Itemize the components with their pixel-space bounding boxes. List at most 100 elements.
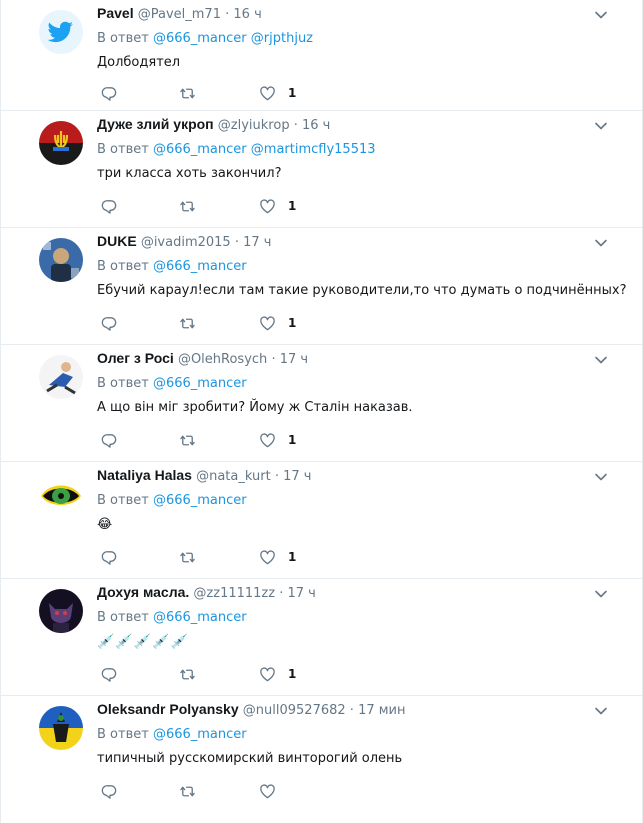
reply-button[interactable] bbox=[101, 197, 118, 215]
user-handle[interactable]: @zz11111zz bbox=[193, 586, 275, 601]
reply-context: В ответ @666_mancer bbox=[97, 258, 602, 276]
retweet-icon bbox=[180, 318, 195, 328]
reply-context: В ответ @666_mancer @martimcfly15513 bbox=[97, 141, 602, 159]
tweet[interactable]: Дуже злий укроп @zlyiukrop · 16 ч В отве… bbox=[1, 111, 642, 228]
mention-link[interactable]: @666_mancer bbox=[153, 259, 247, 274]
chevron-down-icon[interactable] bbox=[594, 119, 608, 133]
like-button[interactable]: 1 bbox=[259, 84, 296, 102]
heart-icon bbox=[260, 666, 275, 681]
reply-context: В ответ @666_mancer @rjpthjuz bbox=[97, 30, 602, 48]
avatar[interactable] bbox=[39, 10, 83, 54]
mention-link[interactable]: @666_mancer bbox=[153, 610, 247, 625]
separator-dot: · bbox=[271, 352, 276, 367]
mention-link[interactable]: @martimcfly15513 bbox=[251, 142, 376, 157]
reply-context: В ответ @666_mancer bbox=[97, 609, 602, 627]
like-button[interactable]: 1 bbox=[259, 314, 296, 332]
tweet-text: Долбодятел bbox=[97, 55, 181, 70]
tweet-text: Ебучий караул!если там такие руководител… bbox=[97, 283, 627, 298]
like-button[interactable]: 1 bbox=[259, 548, 296, 566]
mention-link[interactable]: @rjpthjuz bbox=[251, 31, 313, 46]
chevron-down-icon[interactable] bbox=[594, 470, 608, 484]
display-name[interactable]: Дуже злий укроп bbox=[97, 116, 214, 132]
chevron-down-icon[interactable] bbox=[594, 704, 608, 718]
retweet-button[interactable] bbox=[179, 665, 196, 683]
user-handle[interactable]: @Pavel_m71 bbox=[138, 7, 221, 22]
retweet-button[interactable] bbox=[179, 84, 196, 102]
like-button[interactable]: 1 bbox=[259, 665, 296, 683]
avatar[interactable] bbox=[39, 355, 83, 399]
tweet-actions: 1 bbox=[101, 314, 361, 332]
tweet[interactable]: DUKE @ivadim2015 · 17 ч В ответ @666_man… bbox=[1, 228, 642, 345]
display-name[interactable]: Дохуя масла. bbox=[97, 584, 189, 600]
timestamp[interactable]: 17 мин bbox=[358, 703, 405, 718]
reply-prefix: В ответ bbox=[97, 610, 149, 625]
chevron-down-icon[interactable] bbox=[594, 587, 608, 601]
timestamp[interactable]: 17 ч bbox=[243, 235, 271, 250]
display-name[interactable]: Pavel bbox=[97, 5, 134, 21]
timestamp[interactable]: 16 ч bbox=[233, 7, 261, 22]
retweet-button[interactable] bbox=[179, 782, 196, 800]
retweet-button[interactable] bbox=[179, 314, 196, 332]
retweet-icon bbox=[180, 552, 195, 562]
display-name[interactable]: Oleksandr Polyansky bbox=[97, 701, 239, 717]
mention-link[interactable]: @666_mancer bbox=[153, 31, 247, 46]
retweet-icon bbox=[180, 88, 195, 98]
retweet-icon bbox=[180, 201, 195, 211]
avatar[interactable] bbox=[39, 121, 83, 165]
display-name[interactable]: Nataliya Halas bbox=[97, 467, 192, 483]
reply-button[interactable] bbox=[101, 665, 118, 683]
separator-dot: · bbox=[234, 235, 239, 250]
timestamp[interactable]: 17 ч bbox=[288, 586, 316, 601]
chevron-down-icon[interactable] bbox=[594, 236, 608, 250]
like-count: 1 bbox=[288, 316, 297, 330]
user-handle[interactable]: @zlyiukrop bbox=[218, 118, 290, 133]
like-button[interactable] bbox=[259, 782, 288, 800]
reply-button[interactable] bbox=[101, 782, 118, 800]
tweet[interactable]: Олег з Росі @OlehRosych · 17 ч В ответ @… bbox=[1, 345, 642, 462]
tweet-actions: 1 bbox=[101, 548, 361, 566]
chevron-down-icon[interactable] bbox=[594, 353, 608, 367]
tweet[interactable]: Nataliya Halas @nata_kurt · 17 ч В ответ… bbox=[1, 462, 642, 579]
retweet-button[interactable] bbox=[179, 197, 196, 215]
mention-link[interactable]: @666_mancer bbox=[153, 493, 247, 508]
mention-link[interactable]: @666_mancer bbox=[153, 727, 247, 742]
timestamp[interactable]: 16 ч bbox=[302, 118, 330, 133]
display-name[interactable]: Олег з Росі bbox=[97, 350, 174, 366]
display-name[interactable]: DUKE bbox=[97, 233, 137, 249]
mention-link[interactable]: @666_mancer bbox=[153, 142, 247, 157]
reply-prefix: В ответ bbox=[97, 493, 149, 508]
tweet-actions: 1 bbox=[101, 665, 361, 683]
user-handle[interactable]: @OlehRosych bbox=[178, 352, 267, 367]
tweet-text: типичный русскомирский винторогий олень bbox=[97, 751, 403, 766]
like-button[interactable]: 1 bbox=[259, 431, 296, 449]
like-button[interactable]: 1 bbox=[259, 197, 296, 215]
reply-icon bbox=[101, 667, 117, 682]
avatar[interactable] bbox=[39, 706, 83, 750]
separator-dot: · bbox=[274, 469, 279, 484]
avatar[interactable] bbox=[39, 589, 83, 633]
heart-icon bbox=[260, 432, 275, 447]
avatar[interactable] bbox=[39, 472, 83, 516]
user-handle[interactable]: @ivadim2015 bbox=[141, 235, 231, 250]
tweet[interactable]: Дохуя масла. @zz11111zz · 17 ч В ответ @… bbox=[1, 579, 642, 696]
reply-context: В ответ @666_mancer bbox=[97, 492, 602, 510]
retweet-button[interactable] bbox=[179, 431, 196, 449]
timestamp[interactable]: 17 ч bbox=[280, 352, 308, 367]
user-handle[interactable]: @null09527682 bbox=[243, 703, 346, 718]
timestamp[interactable]: 17 ч bbox=[283, 469, 311, 484]
tweet[interactable]: Oleksandr Polyansky @null09527682 · 17 м… bbox=[1, 696, 642, 813]
tweet-actions bbox=[101, 782, 361, 800]
reply-prefix: В ответ bbox=[97, 727, 149, 742]
retweet-icon bbox=[180, 435, 195, 445]
mention-link[interactable]: @666_mancer bbox=[153, 376, 247, 391]
chevron-down-icon[interactable] bbox=[594, 8, 608, 22]
like-count: 1 bbox=[288, 86, 297, 100]
reply-button[interactable] bbox=[101, 84, 118, 102]
reply-button[interactable] bbox=[101, 548, 118, 566]
reply-button[interactable] bbox=[101, 431, 118, 449]
retweet-button[interactable] bbox=[179, 548, 196, 566]
reply-button[interactable] bbox=[101, 314, 118, 332]
avatar[interactable] bbox=[39, 238, 83, 282]
user-handle[interactable]: @nata_kurt bbox=[196, 469, 271, 484]
tweet[interactable]: Pavel @Pavel_m71 · 16 ч В ответ @666_man… bbox=[1, 0, 642, 111]
